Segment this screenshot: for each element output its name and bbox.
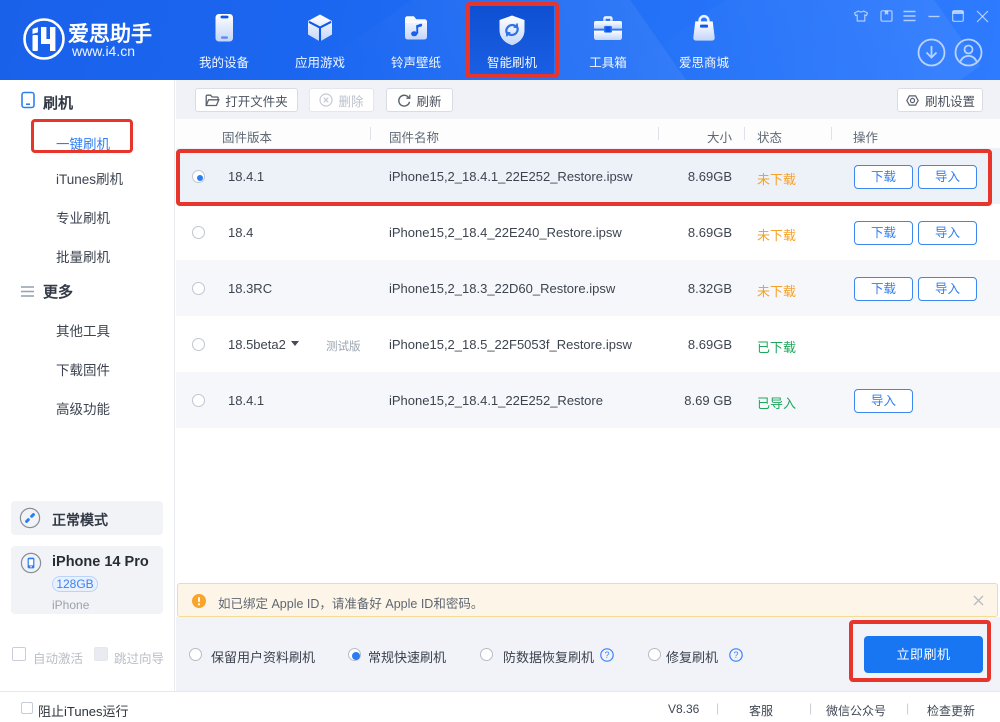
svg-text:?: ? bbox=[604, 650, 609, 660]
svg-text:?: ? bbox=[733, 650, 738, 660]
